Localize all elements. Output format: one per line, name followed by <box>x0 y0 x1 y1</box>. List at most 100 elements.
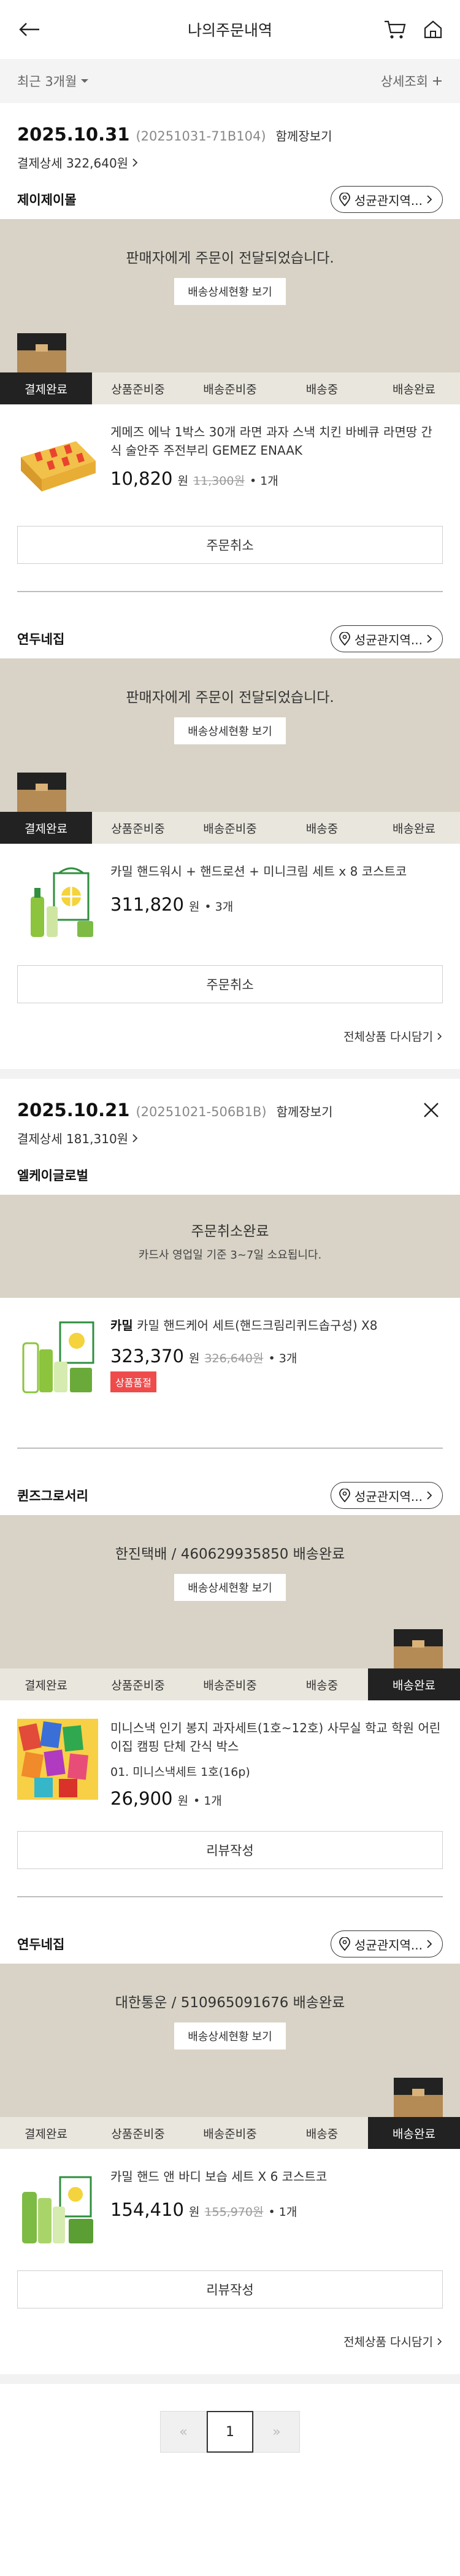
delivered-box-icon <box>394 2078 443 2117</box>
step-preparing-shipping: 배송준비중 <box>203 382 257 396</box>
plus-icon <box>433 77 442 85</box>
product-price: 26,900 <box>110 1788 173 1809</box>
delivery-progress: 결제완료 상품준비중 배송준비중 배송중 배송완료 <box>0 2117 460 2149</box>
write-review-button[interactable]: 리뷰작성 <box>17 1831 443 1869</box>
product-quantity: • 3개 <box>204 900 234 914</box>
payment-detail-label: 결제상세 322,640원 <box>17 156 129 171</box>
product-quantity: • 3개 <box>268 1352 297 1365</box>
delivery-status-panel: 판매자에게 주문이 전달되었습니다. 배송상세현황 보기 <box>0 658 460 812</box>
period-label: 최근 3개월 <box>17 74 77 89</box>
period-select[interactable]: 최근 3개월 <box>17 72 89 90</box>
status-sub-message: 카드사 영업일 기준 3~7일 소요됩니다. <box>138 1249 322 1262</box>
store-location-button[interactable]: 성균관지역... <box>330 1482 443 1509</box>
product-quantity: • 1개 <box>268 2205 297 2219</box>
cancel-order-button[interactable]: 주문취소 <box>17 526 443 564</box>
status-message: 판매자에게 주문이 전달되었습니다. <box>126 250 334 266</box>
together-shopping-link[interactable]: 함께장보기 <box>276 126 332 144</box>
delivered-box-icon <box>394 1629 443 1668</box>
product-item[interactable]: 게메즈 에낙 1박스 30개 라면 과자 스낵 치킨 바베큐 라면땅 간식 술안… <box>0 404 460 517</box>
currency-unit: 원 <box>188 900 200 914</box>
product-thumbnail[interactable] <box>17 2167 98 2248</box>
product-thumbnail[interactable] <box>17 1316 98 1397</box>
chevron-right-icon <box>132 1133 138 1143</box>
delivery-detail-button[interactable]: 배송상세현황 보기 <box>174 1574 286 1601</box>
chevron-right-icon <box>437 2338 442 2345</box>
cart-icon <box>385 20 406 39</box>
step-preparing-product: 상품준비중 <box>111 382 165 396</box>
payment-detail-link[interactable]: 결제상세 322,640원 <box>17 153 443 171</box>
delivery-detail-button[interactable]: 배송상세현황 보기 <box>174 2023 286 2050</box>
product-price: 154,410 <box>110 2199 184 2220</box>
delivery-progress: 결제완료 상품준비중 배송준비중 배송중 배송완료 <box>0 812 460 844</box>
cancel-status-panel: 주문취소완료 카드사 영업일 기준 3~7일 소요됩니다. <box>0 1195 460 1298</box>
currency-unit: 원 <box>188 1352 200 1365</box>
seller-row: 엘케이글로벌 <box>0 1155 460 1195</box>
seller-name: 엘케이글로벌 <box>17 1168 88 1183</box>
order-header: 2025.10.31 (20251031-71B104) 함께장보기 결제상세 … <box>0 103 460 171</box>
filter-bar: 최근 3개월 상세조회 <box>0 59 460 103</box>
delivery-detail-button[interactable]: 배송상세현황 보기 <box>174 717 286 744</box>
together-shopping-link[interactable]: 함께장보기 <box>277 1102 333 1120</box>
store-location-label: 성균관지역... <box>354 1937 423 1953</box>
product-item[interactable]: 카밀 카밀 핸드케어 세트(핸드크림리퀴드솝구성) X8 323,370 원 3… <box>0 1298 460 1411</box>
product-name: 카밀 핸드워시 + 핸드로션 + 미니크림 세트 x 8 코스트코 <box>110 864 407 879</box>
product-price: 10,820 <box>110 468 173 489</box>
write-review-button[interactable]: 리뷰작성 <box>17 2270 443 2308</box>
step-paid: 결제완료 <box>0 372 92 404</box>
order-number: (20251021-506B1B) <box>136 1105 267 1119</box>
chevron-right-icon <box>132 158 138 167</box>
delivery-status-panel: 판매자에게 주문이 전달되었습니다. 배송상세현황 보기 <box>0 219 460 372</box>
delivery-status-panel: 대한통운 / 510965091676 배송완료 배송상세현황 보기 <box>0 1964 460 2117</box>
page-number-button[interactable]: 1 <box>207 2411 253 2453</box>
currency-unit: 원 <box>177 1794 188 1808</box>
product-item[interactable]: 카밀 핸드워시 + 핸드로션 + 미니크림 세트 x 8 코스트코 311,82… <box>0 844 460 957</box>
product-quantity: • 1개 <box>193 1794 222 1808</box>
cart-button[interactable] <box>381 17 408 42</box>
product-thumbnail[interactable] <box>17 1719 98 1800</box>
original-price: 326,640원 <box>204 1352 264 1365</box>
store-location-button[interactable]: 성균관지역... <box>330 1930 443 1957</box>
product-thumbnail[interactable] <box>17 423 98 504</box>
step-paid: 결제완료 <box>25 1678 67 1692</box>
next-page-button[interactable]: » <box>253 2411 300 2453</box>
chevron-right-icon <box>427 195 432 204</box>
home-button[interactable] <box>420 17 447 42</box>
seller-name: 연두네집 <box>17 1937 65 1952</box>
step-shipping: 배송중 <box>305 1678 339 1692</box>
detail-search-button[interactable]: 상세조회 <box>381 72 443 90</box>
seller-row: 퀸즈그로서리 성균관지역... <box>0 1476 460 1515</box>
product-item[interactable]: 미니스낵 인기 봉지 과자세트(1호~12호) 사무실 학교 학원 어린이집 캠… <box>0 1700 460 1822</box>
cancel-order-button[interactable]: 주문취소 <box>17 965 443 1003</box>
sold-out-badge: 상품품절 <box>110 1371 156 1392</box>
payment-detail-label: 결제상세 181,310원 <box>17 1132 129 1146</box>
step-delivered: 배송완료 <box>393 822 435 836</box>
reorder-all-link[interactable]: 전체상품 다시담기 <box>0 1003 460 1044</box>
chevron-right-icon <box>427 634 432 643</box>
prev-page-button[interactable]: « <box>160 2411 207 2453</box>
divider <box>17 591 443 592</box>
step-preparing-shipping: 배송준비중 <box>203 2127 257 2141</box>
delivery-progress: 결제완료 상품준비중 배송준비중 배송중 배송완료 <box>0 372 460 404</box>
store-location-label: 성균관지역... <box>354 632 423 647</box>
order-date: 2025.10.31 <box>17 124 130 145</box>
step-paid: 결제완료 <box>25 2127 67 2141</box>
store-location-button[interactable]: 성균관지역... <box>330 625 443 652</box>
store-location-button[interactable]: 성균관지역... <box>330 186 443 213</box>
product-thumbnail[interactable] <box>17 862 98 943</box>
close-icon[interactable] <box>421 1100 442 1120</box>
delivery-progress: 결제완료 상품준비중 배송준비중 배송중 배송완료 <box>0 1668 460 1700</box>
payment-detail-link[interactable]: 결제상세 181,310원 <box>17 1129 443 1147</box>
product-name: 카밀 핸드 앤 바디 보습 세트 X 6 코스트코 <box>110 2169 328 2184</box>
original-price: 155,970원 <box>204 2205 264 2219</box>
caret-down-icon <box>81 79 89 83</box>
location-pin-icon <box>339 193 350 206</box>
product-item[interactable]: 카밀 핸드 앤 바디 보습 세트 X 6 코스트코 154,410 원 155,… <box>0 2149 460 2262</box>
reorder-all-link[interactable]: 전체상품 다시담기 <box>0 2308 460 2350</box>
app-header: 나의주문내역 <box>0 0 460 59</box>
delivery-detail-button[interactable]: 배송상세현황 보기 <box>174 278 286 305</box>
detail-search-label: 상세조회 <box>380 74 428 89</box>
section-separator <box>0 1069 460 1079</box>
back-button[interactable] <box>16 17 43 42</box>
status-message: 주문취소완료 <box>191 1224 269 1240</box>
product-name: 미니스낵 인기 봉지 과자세트(1호~12호) 사무실 학교 학원 어린이집 캠… <box>110 1721 441 1754</box>
